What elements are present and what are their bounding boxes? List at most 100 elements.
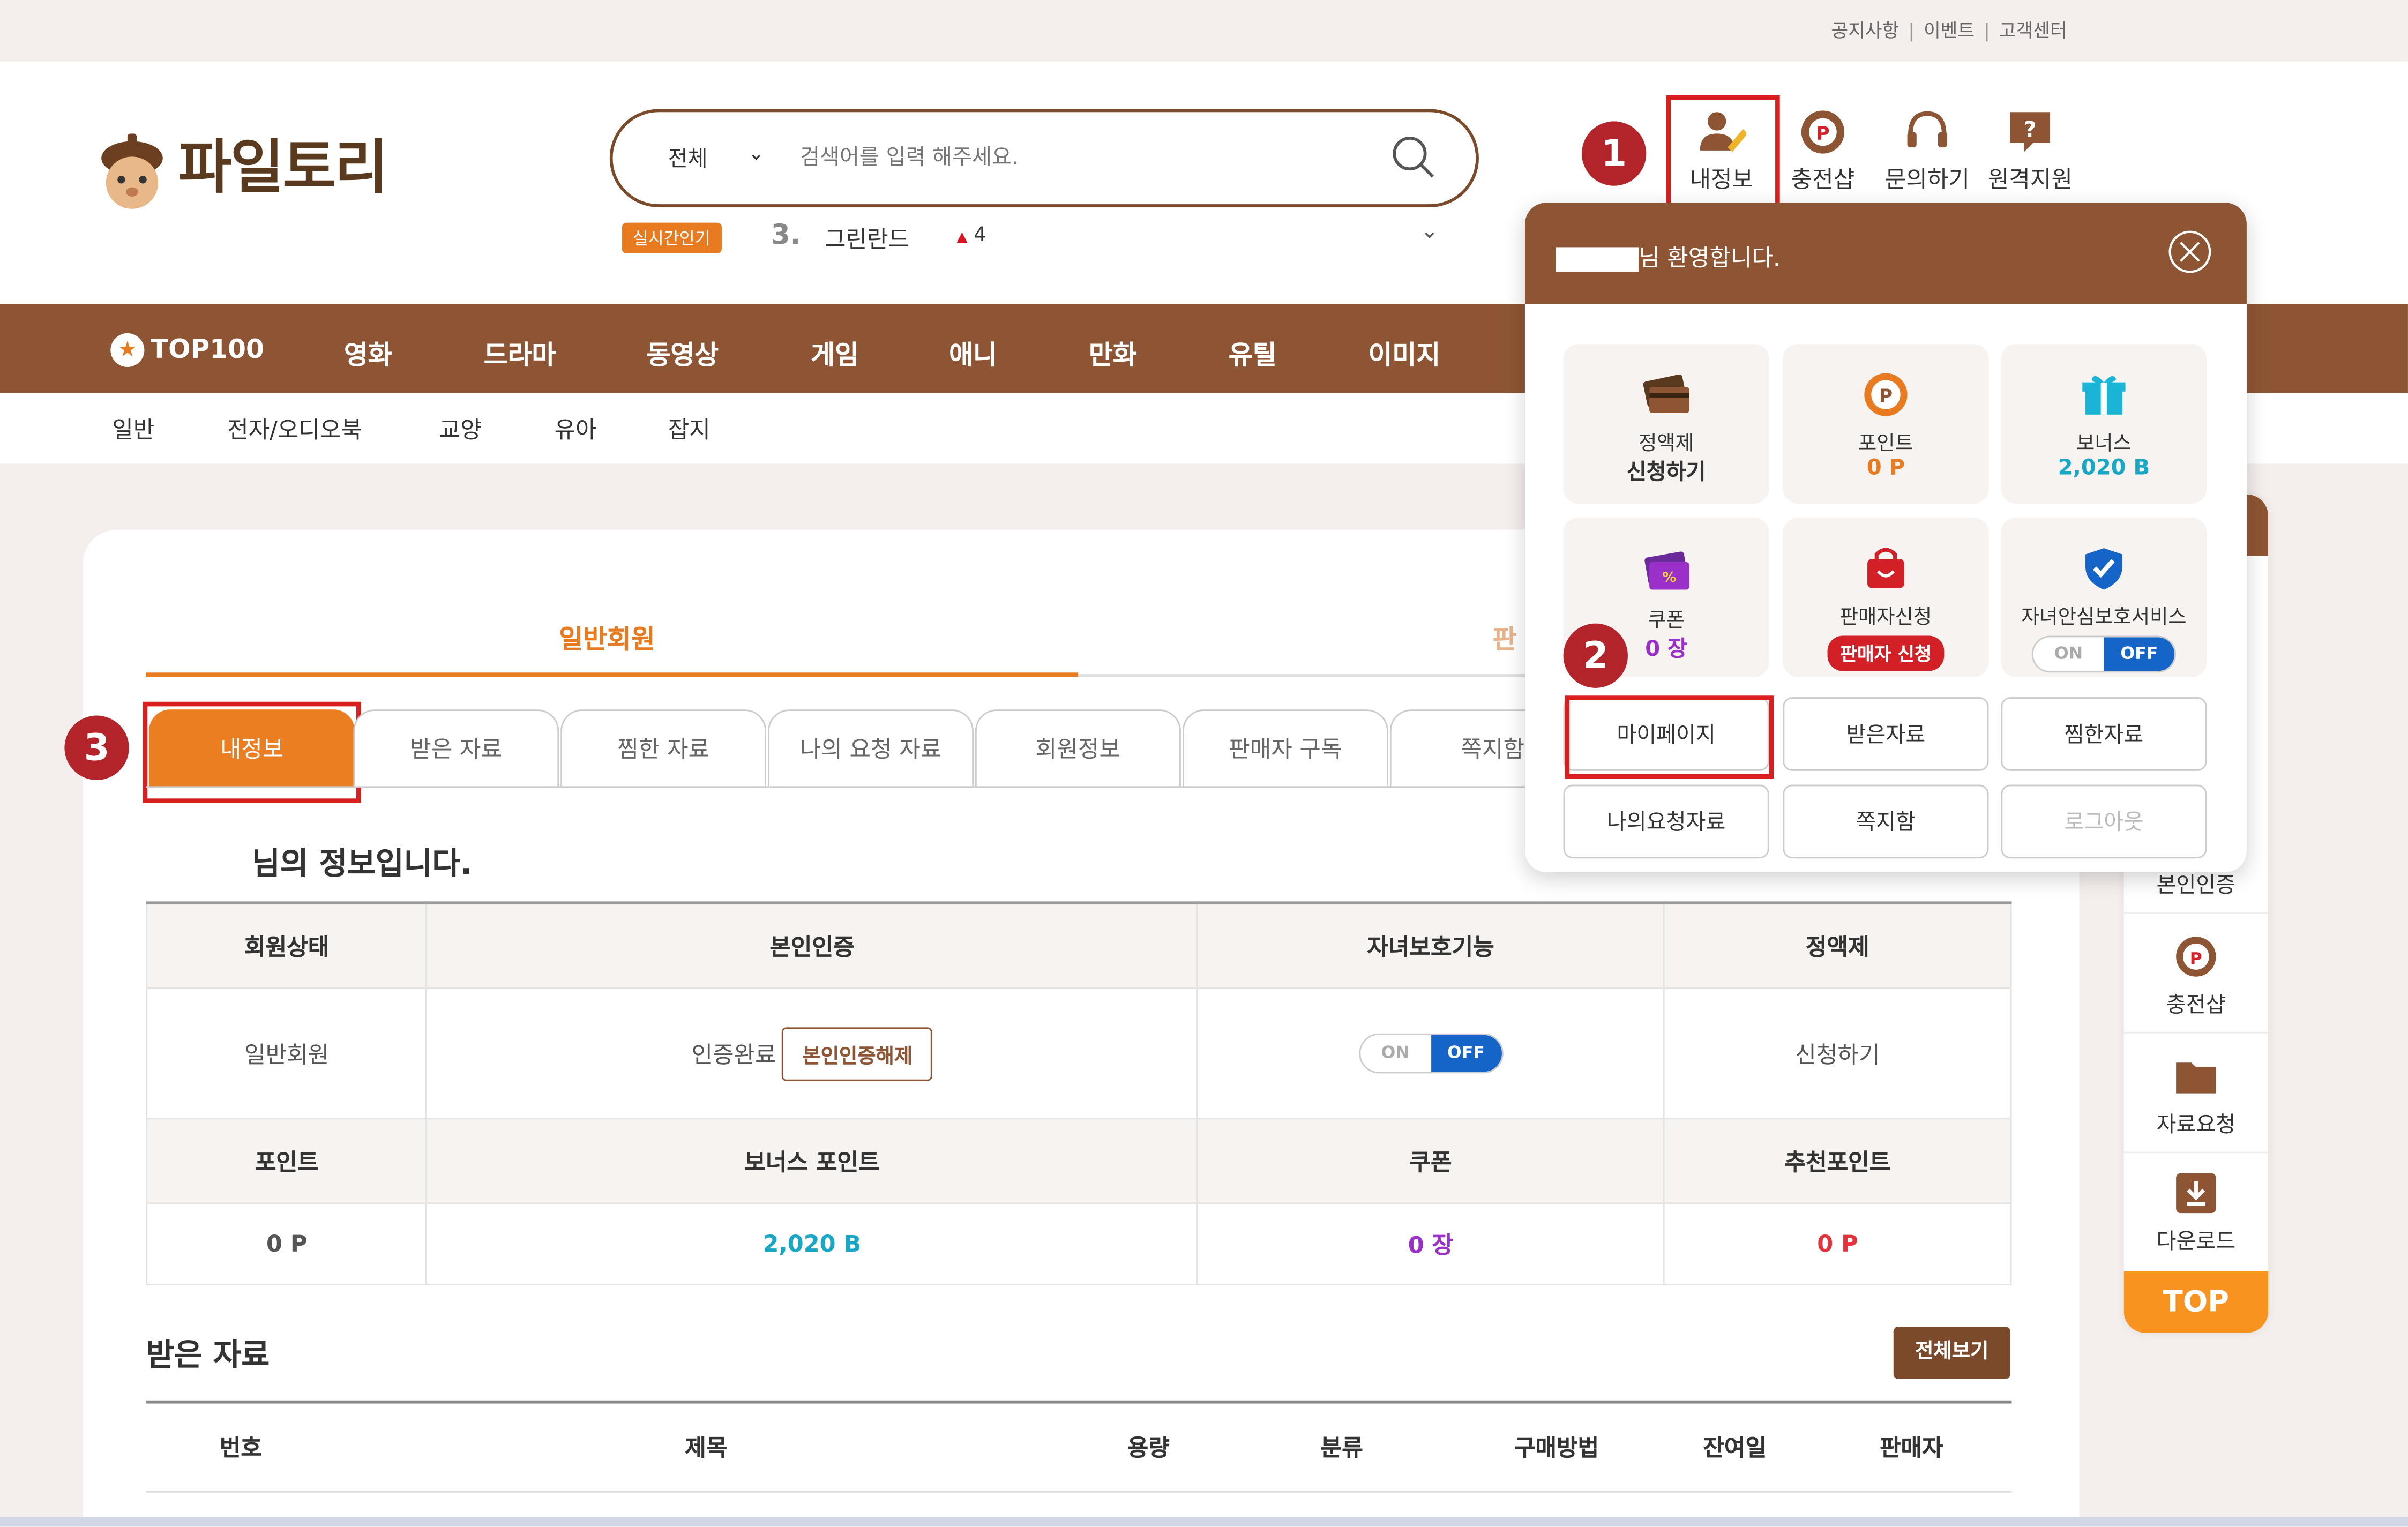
received-row-line	[146, 1491, 2012, 1493]
card-icon	[1643, 374, 1689, 413]
subtab-received[interactable]: 받은 자료	[353, 709, 559, 788]
remote-support-button[interactable]: ? 원격지원	[1979, 108, 2081, 195]
col-seller: 판매자	[1879, 1434, 1943, 1462]
realtime-expand-icon[interactable]: ⌄	[1420, 220, 1439, 244]
search-bar: 전체 ⌄	[609, 109, 1479, 207]
view-all-button[interactable]: 전체보기	[1893, 1327, 2010, 1379]
plan-apply-link[interactable]: 신청하기	[1663, 987, 2012, 1120]
col-point: 포인트	[146, 1118, 428, 1204]
subtab-member-info[interactable]: 회원정보	[975, 709, 1181, 788]
tile-seller-apply[interactable]: 판매자신청 판매자 신청	[1783, 517, 1989, 677]
sidebar-item-request[interactable]: 자료요청	[2124, 1053, 2268, 1139]
point-coin-icon: P	[1801, 110, 1845, 154]
bonus-point-value: 2,020 B	[426, 1202, 1198, 1285]
col-bonus-point: 보너스 포인트	[426, 1118, 1198, 1204]
nav-movie[interactable]: 영화	[344, 333, 392, 371]
subtab-seller-subscription[interactable]: 판매자 구독	[1182, 709, 1388, 788]
nav-top100[interactable]: ★ TOP100	[110, 333, 264, 367]
svg-text:%: %	[1662, 570, 1676, 586]
close-icon[interactable]	[2167, 229, 2213, 275]
acorn-mascot-icon	[101, 132, 163, 208]
help-bubble-icon: ?	[2010, 112, 2051, 152]
subtab-requests[interactable]: 나의 요청 자료	[768, 709, 974, 788]
col-title: 제목	[685, 1434, 728, 1462]
col-number: 번호	[219, 1434, 262, 1462]
nav-utility[interactable]: 유틸	[1229, 333, 1277, 371]
highlight-subtab-myinfo	[143, 701, 361, 803]
nav-video[interactable]: 동영상	[647, 333, 719, 371]
nav-image[interactable]: 이미지	[1368, 333, 1440, 371]
child-protection-cell: ON OFF	[1196, 987, 1665, 1120]
highlight-mypage	[1565, 695, 1774, 779]
member-status-value: 일반회원	[146, 987, 428, 1120]
sidebar-item-charge[interactable]: P 충전샵	[2124, 934, 2268, 1020]
inquiry-button[interactable]: 문의하기	[1876, 108, 1978, 195]
wishlist-button[interactable]: 찜한자료	[2001, 697, 2207, 771]
star-icon: ★	[110, 333, 145, 367]
charge-shop-button[interactable]: P 충전샵	[1772, 108, 1873, 195]
logout-button[interactable]: 로그아웃	[2001, 784, 2207, 859]
search-input[interactable]	[797, 139, 1356, 177]
tile-plan[interactable]: 정액제 신청하기	[1563, 343, 1769, 504]
col-identity-cert: 본인인증	[426, 902, 1198, 989]
realtime-popular-badge: 실시간인기	[622, 222, 721, 253]
referral-point-value: 0 P	[1663, 1202, 2012, 1285]
tab-seller-member[interactable]: 판	[1493, 617, 1517, 655]
child-protection-toggle[interactable]: ON OFF	[1358, 1033, 1503, 1074]
search-icon[interactable]	[1390, 133, 1436, 179]
notice-link[interactable]: 공지사항	[1831, 20, 1900, 41]
received-files-button[interactable]: 받은자료	[1783, 697, 1989, 771]
subnav-magazine[interactable]: 잡지	[668, 413, 711, 445]
sidebar-item-download[interactable]: 다운로드	[2124, 1170, 2268, 1256]
callout-1: 1	[1581, 121, 1647, 186]
subnav-kids[interactable]: 유아	[555, 413, 597, 445]
scroll-top-button[interactable]: TOP	[2123, 1271, 2269, 1333]
search-category-select[interactable]: 전체	[668, 143, 708, 174]
child-safety-toggle[interactable]: ON OFF	[2031, 635, 2177, 673]
col-coupon: 쿠폰	[1196, 1118, 1665, 1204]
info-title: 님의 정보입니다.	[252, 844, 472, 882]
window-bottom-bar	[0, 1517, 2408, 1526]
subtab-wishlist[interactable]: 찜한 자료	[560, 709, 767, 788]
tile-bonus[interactable]: 보너스 2,020 B	[2001, 343, 2207, 504]
coupon-value: 0 장	[1196, 1202, 1665, 1285]
nav-drama[interactable]: 드라마	[484, 333, 556, 371]
seller-apply-button[interactable]: 판매자 신청	[1828, 635, 1944, 671]
download-icon	[2176, 1173, 2216, 1214]
realtime-keyword[interactable]: 그린란드	[825, 223, 909, 255]
nav-comic[interactable]: 만화	[1089, 333, 1137, 371]
tile-point[interactable]: P 포인트 0 P	[1783, 343, 1989, 504]
folder-icon	[2176, 1062, 2216, 1094]
col-member-status: 회원상태	[146, 902, 428, 989]
sidebar-divider	[2123, 1031, 2269, 1034]
col-referral-point: 추천포인트	[1663, 1118, 2012, 1204]
nav-anime[interactable]: 애니	[949, 333, 997, 371]
received-header-line	[146, 1400, 2012, 1404]
received-title: 받은 자료	[146, 1336, 270, 1373]
logo[interactable]: 파일토리	[98, 120, 388, 210]
event-link[interactable]: 이벤트	[1924, 20, 1975, 41]
support-link[interactable]: 고객센터	[1999, 20, 2067, 41]
masked-username	[1556, 246, 1639, 271]
shopping-bag-icon	[1867, 548, 1904, 588]
sidebar-divider	[2123, 912, 2269, 914]
cert-status: 인증완료	[691, 1040, 776, 1068]
coupon-icon: %	[1644, 551, 1689, 590]
point-coin-icon: P	[1864, 373, 1908, 416]
tab-active-indicator	[146, 672, 1078, 677]
my-requests-button[interactable]: 나의요청자료	[1563, 784, 1769, 859]
subnav-ebook[interactable]: 전자/오디오북	[227, 413, 362, 445]
chevron-down-icon[interactable]: ⌄	[748, 143, 765, 166]
tab-general-member[interactable]: 일반회원	[559, 617, 655, 655]
nav-game[interactable]: 게임	[811, 333, 859, 371]
rank-up-icon: ▲	[956, 230, 968, 246]
myinfo-button[interactable]: 내정보	[1671, 108, 1772, 195]
messages-button[interactable]: 쪽지함	[1783, 784, 1989, 859]
subnav-general[interactable]: 일반	[112, 413, 154, 445]
realtime-rank: 3.	[771, 219, 801, 252]
info-table: 회원상태 본인인증 자녀보호기능 정액제 일반회원 인증완료 본인인증해제 ON O…	[146, 901, 2012, 1285]
shield-check-icon	[2085, 548, 2122, 590]
cert-cancel-button[interactable]: 본인인증해제	[782, 1026, 933, 1081]
subnav-education[interactable]: 교양	[439, 413, 482, 445]
sidebar-item-cert[interactable]: 본인인증	[2124, 869, 2268, 900]
